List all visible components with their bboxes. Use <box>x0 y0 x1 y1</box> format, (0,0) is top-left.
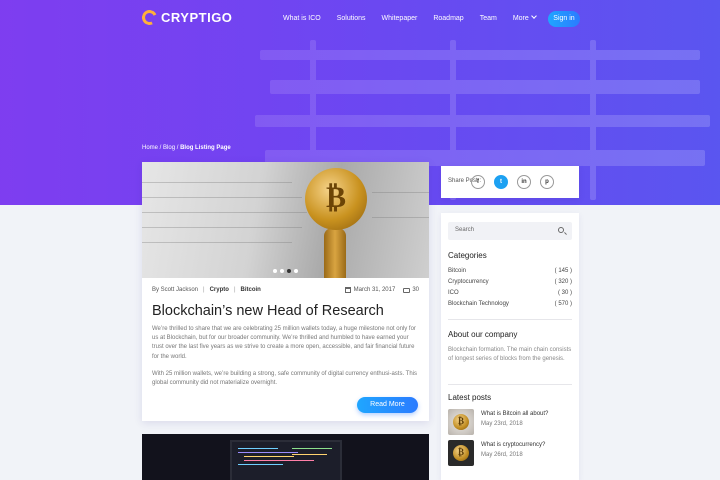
calendar-icon <box>344 287 351 293</box>
nav-item-whitepaper[interactable]: Whitepaper <box>382 15 418 22</box>
read-more-button[interactable]: Read More <box>357 397 418 413</box>
about-text: Blockchain formation. The main chain con… <box>448 347 572 362</box>
search-icon[interactable] <box>558 227 564 233</box>
post-thumbnail: ₿ <box>448 409 474 435</box>
carousel-indicators <box>273 269 301 273</box>
sign-in-button[interactable]: Sign in <box>548 11 580 27</box>
nav-item-what-is-ico[interactable]: What is ICO <box>283 15 321 22</box>
category-name: Cryptocurrency <box>448 279 489 285</box>
facebook-icon[interactable]: f <box>471 175 485 189</box>
comment-icon <box>403 287 411 293</box>
latest-post-title[interactable]: What is cryptocurrency? <box>481 442 545 448</box>
category-item-bitcoin[interactable]: Bitcoin ( 145 ) <box>448 268 572 274</box>
nav-more-label: More <box>512 15 529 22</box>
bitcoin-icon: ₿ <box>305 168 367 230</box>
breadcrumb-current: Blog Listing Page <box>180 145 231 151</box>
carousel-dot[interactable] <box>294 269 298 273</box>
search-placeholder: Search <box>455 227 475 233</box>
bitcoin-icon: ₿ <box>453 445 469 461</box>
category-count: ( 570 ) <box>554 301 572 307</box>
post-author[interactable]: By Scott Jackson <box>152 287 198 293</box>
twitter-icon[interactable]: t <box>494 175 508 189</box>
post-thumbnail: ₿ <box>448 440 474 466</box>
latest-post-item[interactable]: ₿ What is cryptocurrency? May 26rd, 2018 <box>448 440 572 466</box>
bitcoin-icon: ₿ <box>453 414 469 430</box>
search-input[interactable]: Search <box>448 222 572 240</box>
share-post-box: Share Post : f t in p <box>441 166 579 198</box>
nav-item-more[interactable]: More <box>512 13 537 22</box>
top-navigation: CRYPTIGO What is ICO Solutions Whitepape… <box>0 0 720 38</box>
carousel-dot-active[interactable] <box>287 269 291 273</box>
monitor-image <box>230 440 342 480</box>
sidebar: Search Categories Bitcoin ( 145 ) Cryptoc… <box>441 213 579 480</box>
nav-item-roadmap[interactable]: Roadmap <box>433 15 463 22</box>
category-item-blockchain-technology[interactable]: Blockchain Technology ( 570 ) <box>448 301 572 307</box>
pinterest-icon[interactable]: p <box>540 175 554 189</box>
linkedin-icon[interactable]: in <box>517 175 531 189</box>
blog-post-card-image[interactable] <box>142 434 429 480</box>
latest-post-date: May 23rd, 2018 <box>481 421 523 427</box>
category-item-cryptocurrency[interactable]: Cryptocurrency ( 320 ) <box>448 279 572 285</box>
post-excerpt-paragraph: We’re thrilled to share that we are cele… <box>152 326 416 360</box>
blog-post-card: ₿ By Scott Jackson | Crypto | Bitcoin March … <box>142 162 429 421</box>
category-count: ( 30 ) <box>557 290 572 296</box>
nav-item-team[interactable]: Team <box>480 15 497 22</box>
breadcrumb: Home / Blog / Blog Listing Page <box>142 145 231 151</box>
post-date: March 31, 2017 <box>353 287 396 293</box>
about-heading: About our company <box>448 330 518 339</box>
latest-posts-heading: Latest posts <box>448 393 492 402</box>
category-name: ICO <box>448 290 459 296</box>
category-count: ( 145 ) <box>554 268 572 274</box>
main-menu: What is ICO Solutions Whitepaper Roadmap… <box>283 13 585 22</box>
comment-count[interactable]: 30 <box>412 287 419 293</box>
divider <box>448 319 572 320</box>
carousel-dot[interactable] <box>273 269 277 273</box>
latest-post-date: May 26rd, 2018 <box>481 452 523 458</box>
nav-item-solutions[interactable]: Solutions <box>337 15 366 22</box>
latest-post-item[interactable]: ₿ What is Bitcoin all about? May 23rd, 2… <box>448 409 572 435</box>
breadcrumb-blog[interactable]: Blog <box>163 145 175 151</box>
category-count: ( 320 ) <box>554 279 572 285</box>
post-meta: By Scott Jackson | Crypto | Bitcoin March 31… <box>152 287 419 293</box>
coin-stand <box>324 228 346 278</box>
breadcrumb-home[interactable]: Home <box>142 145 158 151</box>
divider <box>448 384 572 385</box>
category-name: Blockchain Technology <box>448 301 509 307</box>
chevron-down-icon <box>530 13 537 19</box>
post-title[interactable]: Blockchain’s new Head of Research <box>152 303 384 319</box>
post-excerpt-paragraph: With 25 million wallets, we’re building … <box>152 371 418 387</box>
post-image-carousel[interactable]: ₿ <box>142 162 429 278</box>
categories-heading: Categories <box>448 251 487 260</box>
brand-name: CRYPTIGO <box>161 10 233 25</box>
category-item-ico[interactable]: ICO ( 30 ) <box>448 290 572 296</box>
brand-logo[interactable]: CRYPTIGO <box>139 7 233 28</box>
carousel-dot[interactable] <box>280 269 284 273</box>
logo-icon <box>139 7 160 28</box>
latest-post-title[interactable]: What is Bitcoin all about? <box>481 411 548 417</box>
post-category-bitcoin[interactable]: Bitcoin <box>241 287 261 293</box>
post-category-crypto[interactable]: Crypto <box>210 287 229 293</box>
category-name: Bitcoin <box>448 268 467 274</box>
